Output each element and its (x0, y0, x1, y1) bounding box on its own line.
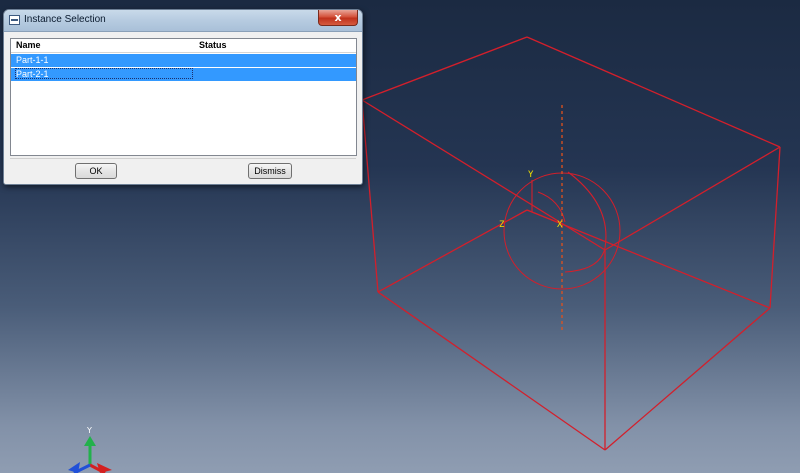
dialog-title: Instance Selection (24, 14, 106, 25)
instance-name: Part-1-1 (16, 55, 49, 65)
triad-label-y: Y (86, 426, 92, 435)
ok-button[interactable]: OK (75, 163, 117, 179)
dismiss-button[interactable]: Dismiss (248, 163, 292, 179)
close-button[interactable]: x (318, 10, 358, 26)
close-icon: x (334, 11, 342, 24)
button-separator (10, 158, 356, 159)
list-item[interactable]: Part-2-1 (11, 68, 356, 81)
list-header: Name Status (11, 39, 356, 53)
instance-selection-dialog: Instance Selection x Name Status Part-1-… (3, 9, 363, 185)
instance-list[interactable]: Name Status Part-1-1 Part-2-1 (10, 38, 357, 156)
list-item[interactable]: Part-1-1 (11, 54, 356, 67)
window-menu-icon[interactable] (9, 15, 20, 25)
column-header-status[interactable]: Status (199, 40, 227, 50)
dialog-titlebar[interactable]: Instance Selection x (4, 10, 362, 32)
column-header-name[interactable]: Name (16, 40, 41, 50)
triad-z-arrow (68, 462, 80, 473)
triad-y-arrow (84, 436, 96, 446)
instance-name: Part-2-1 (16, 69, 49, 79)
